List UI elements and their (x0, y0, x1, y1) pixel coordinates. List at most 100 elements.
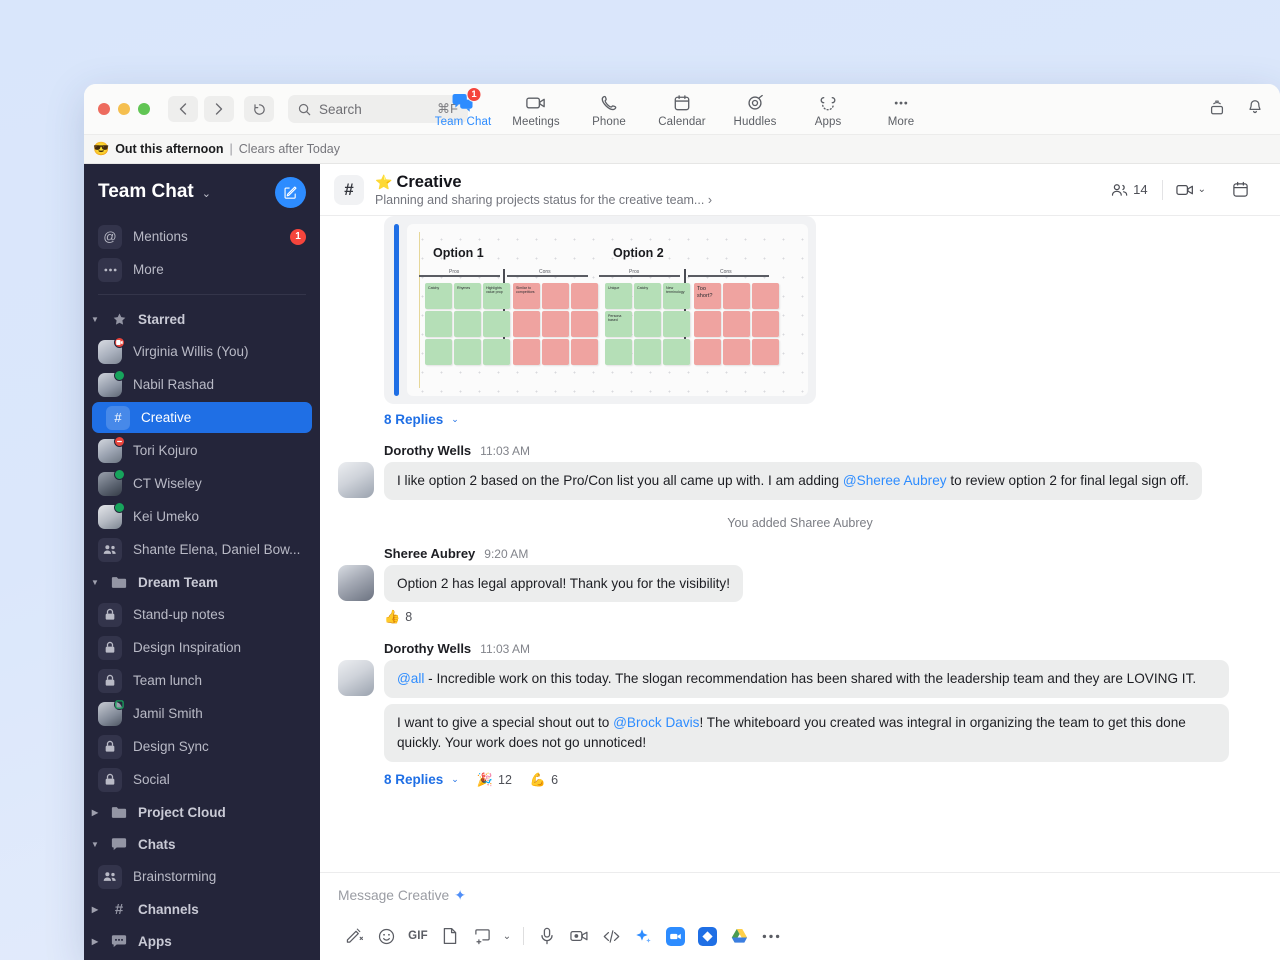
sticky-note[interactable] (571, 339, 598, 365)
sidebar-item-virginia-willis[interactable]: Virginia Willis (You) (84, 336, 320, 367)
sidebar-group-starred[interactable]: ▼ Starred (84, 303, 320, 335)
sidebar-item-kei-umeko[interactable]: Kei Umeko (84, 501, 320, 532)
sticky-note[interactable] (694, 339, 721, 365)
sidebar-group-apps[interactable]: ▶ Apps (84, 925, 320, 957)
sidebar-item-creative[interactable]: # Creative (92, 402, 312, 433)
nav-calendar[interactable]: Calendar (646, 91, 719, 128)
sticky-note[interactable] (663, 339, 690, 365)
sticky-note[interactable]: Similar to competitors (513, 283, 540, 309)
back-button[interactable] (168, 96, 198, 122)
code-snippet-button[interactable] (595, 922, 627, 950)
sticky-note[interactable] (694, 311, 721, 337)
sidebar-item-design-sync[interactable]: Design Sync (84, 731, 320, 762)
gif-button[interactable]: GIF (402, 922, 434, 950)
member-count-button[interactable]: 14 (1111, 182, 1161, 197)
sticky-note[interactable] (542, 283, 569, 309)
microphone-button[interactable] (531, 922, 563, 950)
screen-share-button[interactable] (1208, 98, 1226, 121)
sticky-note[interactable] (571, 311, 598, 337)
video-clip-button[interactable] (563, 922, 595, 950)
message-list[interactable]: Option 1 Option 2 Pros Cons Pros (320, 216, 1280, 872)
sidebar-item-team-lunch[interactable]: Team lunch (84, 665, 320, 696)
compose-button[interactable] (275, 177, 306, 208)
sticky-note[interactable] (542, 311, 569, 337)
sticky-note[interactable] (752, 283, 779, 309)
schedule-button[interactable] (1219, 181, 1262, 198)
chevron-down-icon[interactable]: ⌄ (451, 414, 459, 425)
sticky-note[interactable] (483, 311, 510, 337)
sticky-note[interactable] (634, 311, 661, 337)
sticky-note[interactable] (752, 311, 779, 337)
sticky-note[interactable] (571, 283, 598, 309)
sticky-note[interactable]: Unique (605, 283, 632, 309)
notifications-button[interactable] (1246, 98, 1264, 121)
avatar[interactable] (338, 462, 374, 498)
sidebar-item-brainstorming[interactable]: Brainstorming (84, 861, 320, 892)
sticky-note[interactable] (663, 311, 690, 337)
sticky-note[interactable] (454, 311, 481, 337)
mention-link[interactable]: @all (397, 671, 424, 686)
message-author[interactable]: Dorothy Wells (384, 443, 471, 458)
whiteboard-card[interactable]: Option 1 Option 2 Pros Cons Pros (384, 216, 816, 404)
reaction-chip[interactable]: 👍 8 (384, 609, 412, 625)
ai-sparkle-icon[interactable]: ✦ (454, 887, 466, 904)
window-controls[interactable] (98, 103, 150, 115)
status-strip[interactable]: 😎 Out this afternoon | Clears after Toda… (84, 134, 1280, 164)
sidebar-item-group-chat[interactable]: Shante Elena, Daniel Bow... (84, 534, 320, 565)
message-author[interactable]: Dorothy Wells (384, 641, 471, 656)
avatar[interactable] (338, 565, 374, 601)
sticky-note[interactable] (483, 339, 510, 365)
nav-team-chat[interactable]: Team Chat 1 (427, 91, 500, 128)
sticky-note[interactable]: Highlights value prop (483, 283, 510, 309)
avatar[interactable] (338, 660, 374, 696)
channel-description[interactable]: Planning and sharing projects status for… (375, 193, 712, 207)
sidebar-item-mentions[interactable]: @ Mentions 1 (84, 221, 320, 252)
sticky-note[interactable] (605, 339, 632, 365)
sidebar-item-social[interactable]: Social (84, 764, 320, 795)
more-options-button[interactable] (755, 922, 787, 950)
reaction-chip[interactable]: 🎉 12 (477, 772, 512, 788)
mention-link[interactable]: @Sheree Aubrey (843, 473, 947, 488)
file-button[interactable] (434, 922, 466, 950)
nav-apps[interactable]: Apps (792, 91, 865, 128)
start-meeting-button[interactable]: ⌄ (1163, 183, 1219, 197)
sticky-note[interactable] (723, 283, 750, 309)
zoom-app-button[interactable] (659, 922, 691, 950)
star-icon[interactable]: ⭐ (375, 174, 392, 191)
sidebar-item-stand-up-notes[interactable]: Stand-up notes (84, 599, 320, 630)
sticky-note[interactable]: Rhymes (454, 283, 481, 309)
sticky-note[interactable] (723, 311, 750, 337)
sticky-note[interactable] (723, 339, 750, 365)
notes-app-button[interactable] (691, 922, 723, 950)
sticky-note[interactable]: Persona based (605, 311, 632, 337)
nav-more[interactable]: More (865, 91, 938, 128)
sidebar-item-jamil-smith[interactable]: Jamil Smith (84, 698, 320, 729)
google-drive-button[interactable] (723, 922, 755, 950)
sticky-note[interactable] (513, 339, 540, 365)
sidebar-group-chats[interactable]: ▼ Chats (84, 828, 320, 860)
replies-link[interactable]: 8 Replies (384, 772, 443, 787)
sidebar-item-more[interactable]: More (84, 254, 320, 285)
reaction-chip[interactable]: 💪 6 (530, 772, 558, 788)
sticky-note[interactable]: Too short? (694, 283, 721, 309)
sticky-note[interactable] (425, 311, 452, 337)
message-author[interactable]: Sheree Aubrey (384, 546, 475, 561)
chevron-down-icon[interactable]: ⌄ (202, 187, 211, 200)
sticky-note[interactable]: New terminology (663, 283, 690, 309)
ai-companion-button[interactable] (627, 922, 659, 950)
whiteboard-canvas[interactable]: Option 1 Option 2 Pros Cons Pros (407, 224, 808, 396)
sticky-note[interactable] (542, 339, 569, 365)
maximize-window-button[interactable] (138, 103, 150, 115)
nav-meetings[interactable]: Meetings (500, 91, 573, 128)
sticky-note[interactable] (425, 339, 452, 365)
forward-button[interactable] (204, 96, 234, 122)
sidebar-item-ct-wiseley[interactable]: CT Wiseley (84, 468, 320, 499)
message-bubble[interactable]: I like option 2 based on the Pro/Con lis… (384, 462, 1202, 500)
sticky-note[interactable] (634, 339, 661, 365)
message-bubble[interactable]: Option 2 has legal approval! Thank you f… (384, 565, 743, 603)
format-text-button[interactable] (338, 922, 370, 950)
message-bubble[interactable]: I want to give a special shout out to @B… (384, 704, 1229, 761)
sticky-note[interactable] (752, 339, 779, 365)
sticky-note[interactable]: Catchy (634, 283, 661, 309)
emoji-button[interactable] (370, 922, 402, 950)
